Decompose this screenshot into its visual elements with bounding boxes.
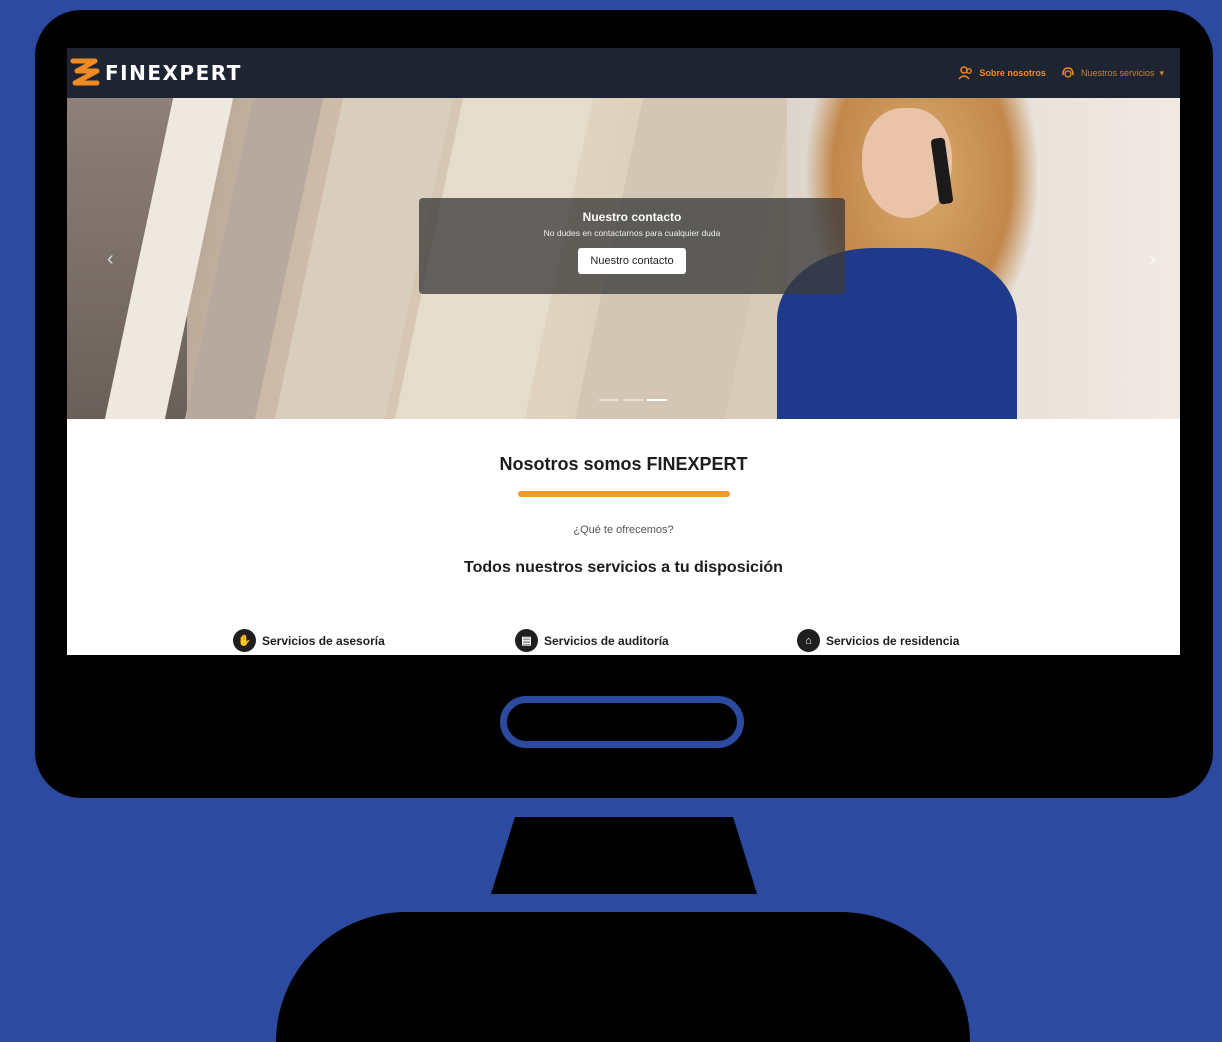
section-subtitle: ¿Qué te ofrecemos? bbox=[573, 524, 674, 536]
brand-name: FINEXPERT bbox=[105, 61, 242, 85]
section-title: Nosotros somos FINEXPERT bbox=[499, 454, 748, 474]
carousel-indicator[interactable] bbox=[623, 399, 643, 401]
about-section: Nosotros somos FINEXPERT ¿Qué te ofrecem… bbox=[67, 419, 1180, 655]
service-residence[interactable]: ⌂ Servicios de residencia bbox=[797, 629, 959, 652]
service-advisory[interactable]: ✋ Servicios de asesoría bbox=[233, 629, 385, 652]
contact-button[interactable]: Nuestro contacto bbox=[578, 248, 686, 274]
advisory-icon: ✋ bbox=[233, 629, 256, 652]
carousel-next-arrow-icon[interactable]: › bbox=[1149, 248, 1156, 271]
headset-icon bbox=[1062, 67, 1074, 78]
caption-text: No dudes en contactarnos para cualquier … bbox=[543, 228, 721, 238]
nav-link-label: Sobre nosotros bbox=[979, 68, 1046, 78]
service-label: Servicios de auditoría bbox=[544, 633, 669, 648]
carousel-indicator[interactable] bbox=[599, 399, 619, 401]
hero-carousel: ‹ › Nuestro contacto No dudes en contact… bbox=[67, 98, 1180, 419]
carousel-indicator[interactable] bbox=[647, 399, 667, 401]
finexpert-logo-icon bbox=[70, 58, 100, 86]
users-icon bbox=[958, 66, 973, 80]
monitor-chin-button bbox=[500, 696, 744, 748]
nav-links: Sobre nosotros Nuestros servicios ▾ bbox=[958, 66, 1164, 80]
screen: FINEXPERT Sobre nosotros Nuestros servic… bbox=[67, 48, 1180, 655]
services-list: ✋ Servicios de asesoría ▤ Servicios de a… bbox=[67, 629, 1180, 655]
service-audit[interactable]: ▤ Servicios de auditoría bbox=[515, 629, 669, 652]
nav-link-sobre-nosotros[interactable]: Sobre nosotros bbox=[958, 66, 1046, 80]
navbar: FINEXPERT Sobre nosotros Nuestros servic… bbox=[67, 48, 1180, 98]
service-label: Servicios de residencia bbox=[826, 633, 960, 648]
audit-icon: ▤ bbox=[515, 629, 538, 652]
chevron-down-icon: ▾ bbox=[1159, 67, 1164, 78]
services-heading: Todos nuestros servicios a tu disposició… bbox=[464, 559, 783, 576]
nav-link-label: Nuestros servicios bbox=[1080, 68, 1155, 78]
nav-link-nuestros-servicios[interactable]: Nuestros servicios ▾ bbox=[1060, 66, 1164, 80]
carousel-prev-arrow-icon[interactable]: ‹ bbox=[107, 248, 114, 271]
service-label: Servicios de asesoría bbox=[262, 633, 385, 648]
brand[interactable]: FINEXPERT bbox=[67, 48, 242, 98]
caption-title: Nuestro contacto bbox=[582, 210, 682, 224]
carousel-caption: Nuestro contacto No dudes en contactarno… bbox=[419, 198, 845, 294]
monitor-stand-base bbox=[276, 912, 970, 1042]
monitor-stand-neck bbox=[491, 817, 757, 894]
title-underline bbox=[517, 491, 730, 497]
residence-icon: ⌂ bbox=[797, 629, 820, 652]
carousel-indicators bbox=[599, 399, 667, 401]
